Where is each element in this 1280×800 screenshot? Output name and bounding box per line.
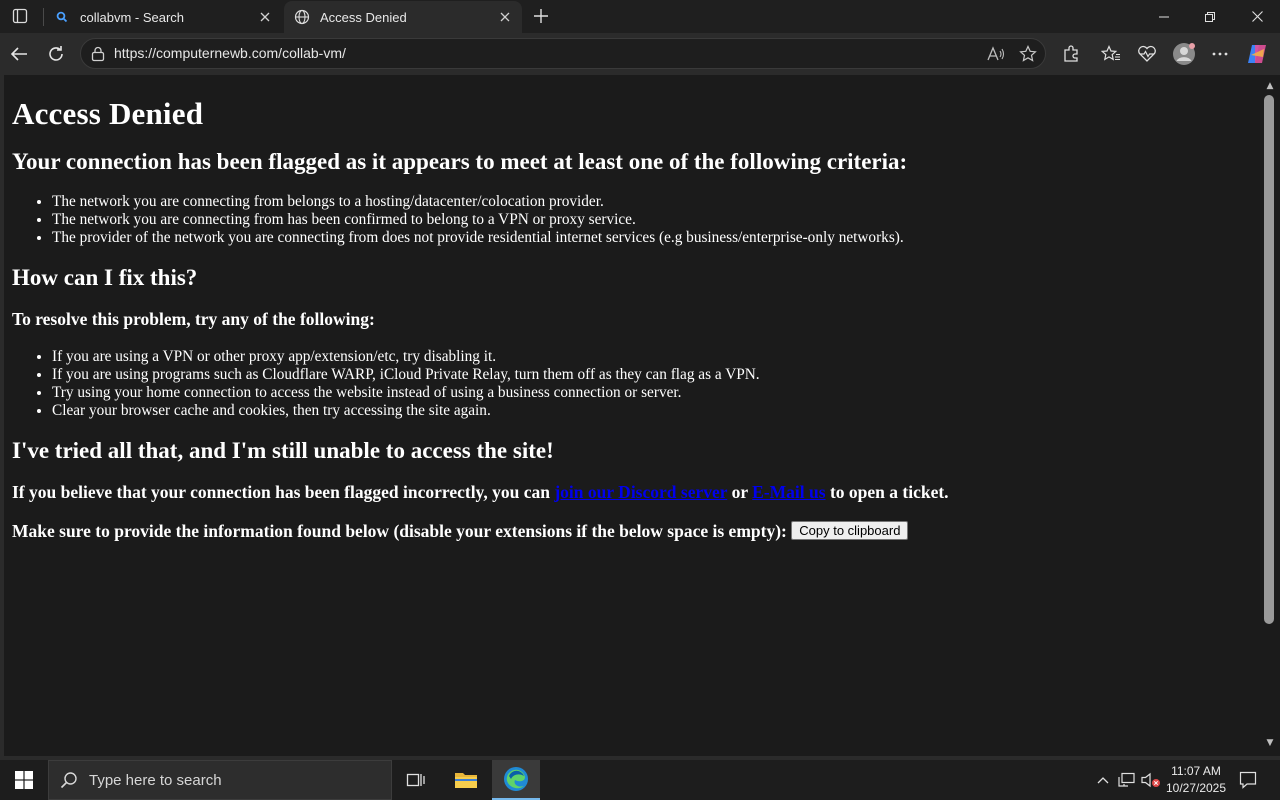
browser-toolbar: https://computernewb.com/collab-vm/ xyxy=(0,33,1280,75)
system-clock[interactable]: 11:07 AM 10/27/2025 xyxy=(1160,763,1232,797)
list-item: If you are using a VPN or other proxy ap… xyxy=(52,348,1252,366)
profile-avatar[interactable] xyxy=(1172,42,1196,66)
info-text: Make sure to provide the information fou… xyxy=(12,521,792,541)
contact-paragraph: If you believe that your connection has … xyxy=(12,482,1252,503)
globe-icon xyxy=(294,9,310,25)
tab-title: collabvm - Search xyxy=(80,9,185,25)
arrow-left-icon xyxy=(10,47,27,61)
new-tab-button[interactable] xyxy=(528,4,554,28)
scrollbar-thumb[interactable] xyxy=(1264,95,1274,624)
fix-heading: How can I fix this? xyxy=(12,265,198,290)
criteria-heading: Your connection has been flagged as it a… xyxy=(12,149,908,174)
edge-icon xyxy=(504,767,528,791)
minimize-button[interactable] xyxy=(1141,0,1187,33)
lock-icon[interactable] xyxy=(89,45,107,63)
tab-strip: collabvm - Search Access Denied xyxy=(0,0,1280,33)
tab-actions-icon xyxy=(12,8,28,24)
list-item: The provider of the network you are conn… xyxy=(52,229,1252,247)
read-aloud-icon[interactable] xyxy=(985,44,1007,64)
list-item: Try using your home connection to access… xyxy=(52,384,1252,402)
extensions-icon[interactable] xyxy=(1059,42,1083,66)
copilot-icon[interactable] xyxy=(1245,42,1269,66)
taskbar-search-box[interactable]: Type here to search xyxy=(48,760,392,800)
windows-logo-icon xyxy=(15,771,33,789)
list-item: The network you are connecting from belo… xyxy=(52,193,1252,211)
contact-or: or xyxy=(727,482,753,502)
refresh-button[interactable] xyxy=(40,38,72,70)
edge-taskbar-button[interactable] xyxy=(492,760,540,800)
address-bar[interactable]: https://computernewb.com/collab-vm/ xyxy=(80,38,1046,69)
list-item: If you are using programs such as Cloudf… xyxy=(52,366,1252,384)
minimize-icon xyxy=(1159,16,1169,17)
contact-suffix: to open a ticket. xyxy=(825,482,949,502)
page-title: Access Denied xyxy=(12,96,204,131)
back-button[interactable] xyxy=(3,38,35,70)
scroll-up-arrow-icon[interactable]: ▲ xyxy=(1264,81,1276,91)
favorites-icon[interactable] xyxy=(1099,42,1123,66)
search-icon xyxy=(54,9,70,25)
close-tab-icon[interactable] xyxy=(254,6,276,28)
criteria-list: The network you are connecting from belo… xyxy=(12,193,1252,247)
search-icon xyxy=(49,771,89,789)
volume-muted-icon[interactable] xyxy=(1141,770,1161,790)
list-item: Clear your browser cache and cookies, th… xyxy=(52,402,1252,420)
copy-to-clipboard-button[interactable]: Copy to clipboard xyxy=(791,521,909,540)
task-view-button[interactable] xyxy=(392,760,440,800)
url-text[interactable]: https://computernewb.com/collab-vm/ xyxy=(114,45,346,61)
tab-title: Access Denied xyxy=(320,9,407,25)
show-hidden-icons-chevron-icon[interactable] xyxy=(1093,770,1113,790)
list-item: The network you are connecting from has … xyxy=(52,211,1252,229)
taskbar: Type here to search 11:07 AM 10/27/2025 xyxy=(0,760,1280,800)
info-paragraph: Make sure to provide the information fou… xyxy=(12,521,1252,542)
restore-button[interactable] xyxy=(1187,0,1233,33)
refresh-icon xyxy=(49,46,63,61)
email-link[interactable]: E-Mail us xyxy=(752,482,825,502)
task-view-icon xyxy=(406,773,425,787)
start-button[interactable] xyxy=(0,760,48,800)
favorite-star-icon[interactable] xyxy=(1017,44,1039,64)
clock-time: 11:07 AM xyxy=(1171,764,1221,778)
search-placeholder: Type here to search xyxy=(89,771,222,789)
tried-heading: I've tried all that, and I'm still unabl… xyxy=(12,438,554,463)
tab-collabvm-search[interactable]: collabvm - Search xyxy=(44,1,282,33)
page-content: Access Denied Your connection has been f… xyxy=(4,75,1260,756)
notification-center-icon[interactable] xyxy=(1236,769,1260,791)
close-window-button[interactable] xyxy=(1234,0,1280,33)
close-icon xyxy=(1251,11,1263,22)
fixes-list: If you are using a VPN or other proxy ap… xyxy=(12,348,1252,420)
folder-icon xyxy=(455,773,477,788)
resolve-heading: To resolve this problem, try any of the … xyxy=(12,309,375,329)
network-icon[interactable] xyxy=(1117,770,1137,790)
restore-icon xyxy=(1205,11,1215,22)
tab-access-denied[interactable]: Access Denied xyxy=(284,1,522,33)
clock-date: 10/27/2025 xyxy=(1165,781,1227,795)
more-options-icon[interactable] xyxy=(1208,42,1232,66)
contact-prefix: If you believe that your connection has … xyxy=(12,482,555,502)
page-scrollbar[interactable]: ▲ ▼ xyxy=(1260,75,1280,756)
file-explorer-button[interactable] xyxy=(442,760,490,800)
browser-essentials-icon[interactable] xyxy=(1135,42,1159,66)
discord-link[interactable]: join our Discord server xyxy=(554,482,727,502)
scroll-down-arrow-icon[interactable]: ▼ xyxy=(1264,738,1276,748)
tab-actions-button[interactable] xyxy=(6,4,34,28)
close-tab-icon[interactable] xyxy=(494,6,516,28)
plus-icon xyxy=(534,9,548,23)
